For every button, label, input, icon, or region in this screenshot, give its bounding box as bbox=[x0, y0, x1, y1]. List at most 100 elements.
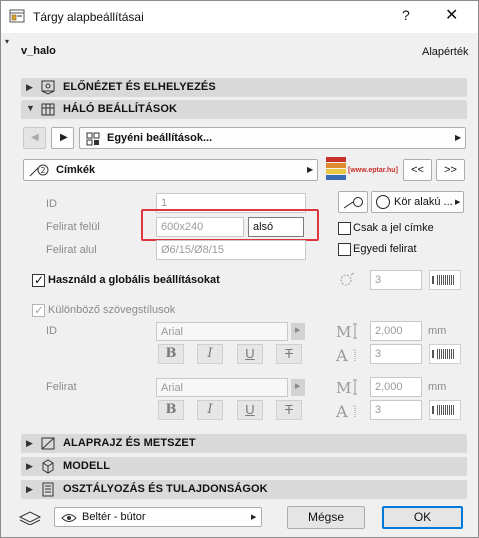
id-bold-button[interactable]: B bbox=[158, 344, 184, 364]
pen-circle-icon bbox=[340, 272, 355, 286]
id-pen-field[interactable]: 3 bbox=[370, 344, 422, 364]
cube-icon bbox=[42, 459, 54, 474]
check-icon: ✓ bbox=[34, 303, 45, 317]
triangle-right-icon: ▶ bbox=[60, 132, 68, 143]
layer-dropdown[interactable]: Beltér - bútor ▶ bbox=[54, 507, 262, 527]
shape-dropdown[interactable]: Kör alakú ... ▶ bbox=[371, 191, 464, 213]
text-fill-swatch[interactable] bbox=[429, 400, 461, 420]
chevron-right-icon: ▶ bbox=[295, 327, 301, 334]
only-marker-checkbox[interactable] bbox=[338, 222, 351, 235]
individual-text-label: Egyedi felirat bbox=[353, 243, 417, 255]
labels-dropdown-label: Címkék bbox=[56, 164, 96, 176]
cancel-button[interactable]: Mégse bbox=[287, 506, 365, 529]
label-marker-icon: 2 bbox=[29, 164, 49, 177]
text-font-arrow-button[interactable]: ▶ bbox=[291, 379, 305, 396]
help-button[interactable]: ? bbox=[402, 7, 410, 23]
id-fill-swatch[interactable] bbox=[429, 344, 461, 364]
object-name: v_halo bbox=[21, 45, 56, 57]
text-height-icon: M bbox=[336, 379, 357, 395]
next-page-button[interactable]: ▶ bbox=[51, 127, 74, 149]
expand-arrow-icon: ▶ bbox=[26, 438, 33, 448]
text-pen-field[interactable]: 3 bbox=[370, 400, 422, 420]
custom-settings-label: Egyéni beállítások... bbox=[107, 132, 213, 144]
check-icon: ✓ bbox=[34, 273, 45, 287]
chevron-right-icon: ▶ bbox=[251, 514, 257, 521]
collapse-arrow-icon: ▼ bbox=[26, 103, 35, 113]
logo-bar-blue bbox=[326, 175, 346, 180]
global-settings-checkbox[interactable]: ✓ bbox=[32, 273, 45, 287]
text-size-field[interactable]: 2,000 bbox=[370, 377, 422, 397]
custom-settings-icon bbox=[86, 132, 100, 146]
different-styles-label: Különböző szövegstílusok bbox=[48, 304, 176, 316]
top-text-label: Felirat felül bbox=[46, 221, 100, 233]
marker-style-button[interactable] bbox=[338, 191, 368, 213]
text-pen-icon: A bbox=[336, 402, 357, 418]
layer-dropdown-label: Beltér - bútor bbox=[82, 511, 146, 523]
text-height-icon: M bbox=[336, 323, 357, 339]
global-fill-swatch[interactable] bbox=[429, 270, 461, 290]
section-model[interactable]: ▶ MODELL bbox=[21, 457, 467, 476]
next-button[interactable]: >> bbox=[436, 159, 465, 181]
previous-button-label: << bbox=[411, 164, 424, 176]
different-styles-checkbox[interactable]: ✓ bbox=[32, 303, 45, 317]
triangle-left-icon: ◀ bbox=[31, 132, 39, 143]
document-list-icon bbox=[42, 482, 54, 497]
logo-bar-red bbox=[326, 157, 346, 162]
dialog-window: Tárgy alapbeállításai ? ✕ ▾ v_halo Alapé… bbox=[0, 0, 479, 538]
text-strike-button[interactable]: T bbox=[276, 400, 302, 420]
svg-text:A: A bbox=[336, 346, 348, 362]
svg-text:M: M bbox=[336, 379, 351, 395]
window-title: Tárgy alapbeállításai bbox=[33, 10, 144, 24]
expand-arrow-icon: ▶ bbox=[26, 82, 33, 92]
text-bold-button[interactable]: B bbox=[158, 400, 184, 420]
text-underline-button[interactable]: U bbox=[237, 400, 263, 420]
previous-button[interactable]: << bbox=[403, 159, 432, 181]
eye-icon bbox=[61, 514, 77, 522]
id-italic-button[interactable]: I bbox=[197, 344, 223, 364]
id-unit-label: mm bbox=[428, 325, 447, 337]
section-mesh-settings[interactable]: ▼ HÁLÓ BEÁLLÍTÁSOK bbox=[21, 100, 467, 119]
svg-text:2: 2 bbox=[41, 166, 46, 175]
floorplan-section-icon bbox=[41, 437, 55, 450]
style-text-label: Felirat bbox=[46, 381, 77, 393]
text-italic-button[interactable]: I bbox=[197, 400, 223, 420]
logo-bar-yellow bbox=[326, 169, 346, 174]
highlight-box bbox=[141, 209, 319, 241]
collapse-icon[interactable]: ▾ bbox=[5, 37, 9, 46]
text-font-field[interactable]: Arial bbox=[156, 378, 288, 397]
shape-dropdown-label: Kör alakú ... bbox=[394, 196, 453, 208]
id-underline-button[interactable]: U bbox=[237, 344, 263, 364]
section-preview[interactable]: ▶ ELŐNÉZET ÉS ELHELYEZÉS bbox=[21, 78, 467, 97]
id-font-arrow-button[interactable]: ▶ bbox=[291, 323, 305, 340]
title-bar: Tárgy alapbeállításai ? ✕ bbox=[1, 1, 478, 33]
object-settings-icon bbox=[9, 9, 25, 23]
close-button[interactable]: ✕ bbox=[445, 5, 458, 25]
section-mesh-label: HÁLÓ BEÁLLÍTÁSOK bbox=[63, 103, 178, 115]
prev-page-button[interactable]: ◀ bbox=[23, 127, 46, 149]
svg-text:A: A bbox=[336, 402, 348, 418]
section-model-label: MODELL bbox=[63, 460, 111, 472]
pointer-marker-icon bbox=[343, 197, 363, 209]
id-size-field[interactable]: 2,000 bbox=[370, 321, 422, 341]
global-settings-label: Használd a globális beállításokat bbox=[48, 274, 220, 286]
bottom-text-field[interactable]: Ø6/15/Ø8/15 bbox=[156, 240, 306, 260]
only-marker-label: Csak a jel címke bbox=[353, 222, 434, 234]
section-floorplan[interactable]: ▶ ALAPRAJZ ÉS METSZET bbox=[21, 434, 467, 453]
ok-button[interactable]: OK bbox=[382, 506, 463, 529]
expand-arrow-icon: ▶ bbox=[26, 484, 33, 494]
layer-icon bbox=[18, 511, 42, 525]
section-classification[interactable]: ▶ OSZTÁLYOZÁS ÉS TULAJDONSÁGOK bbox=[21, 480, 467, 499]
default-label[interactable]: Alapérték bbox=[422, 46, 468, 58]
id-strike-button[interactable]: T bbox=[276, 344, 302, 364]
id-label: ID bbox=[46, 198, 57, 210]
chevron-right-icon: ▶ bbox=[307, 165, 314, 174]
global-pen-field[interactable]: 3 bbox=[370, 270, 422, 290]
circle-shape-icon bbox=[376, 195, 390, 209]
custom-settings-dropdown[interactable]: Egyéni beállítások... ▶ bbox=[79, 127, 466, 149]
chevron-right-icon: ▶ bbox=[455, 133, 462, 142]
id-font-field[interactable]: Arial bbox=[156, 322, 288, 341]
individual-text-checkbox[interactable] bbox=[338, 243, 351, 256]
next-button-label: >> bbox=[444, 164, 457, 176]
labels-dropdown[interactable]: 2 Címkék ▶ bbox=[23, 159, 318, 181]
cancel-button-label: Mégse bbox=[307, 510, 345, 524]
